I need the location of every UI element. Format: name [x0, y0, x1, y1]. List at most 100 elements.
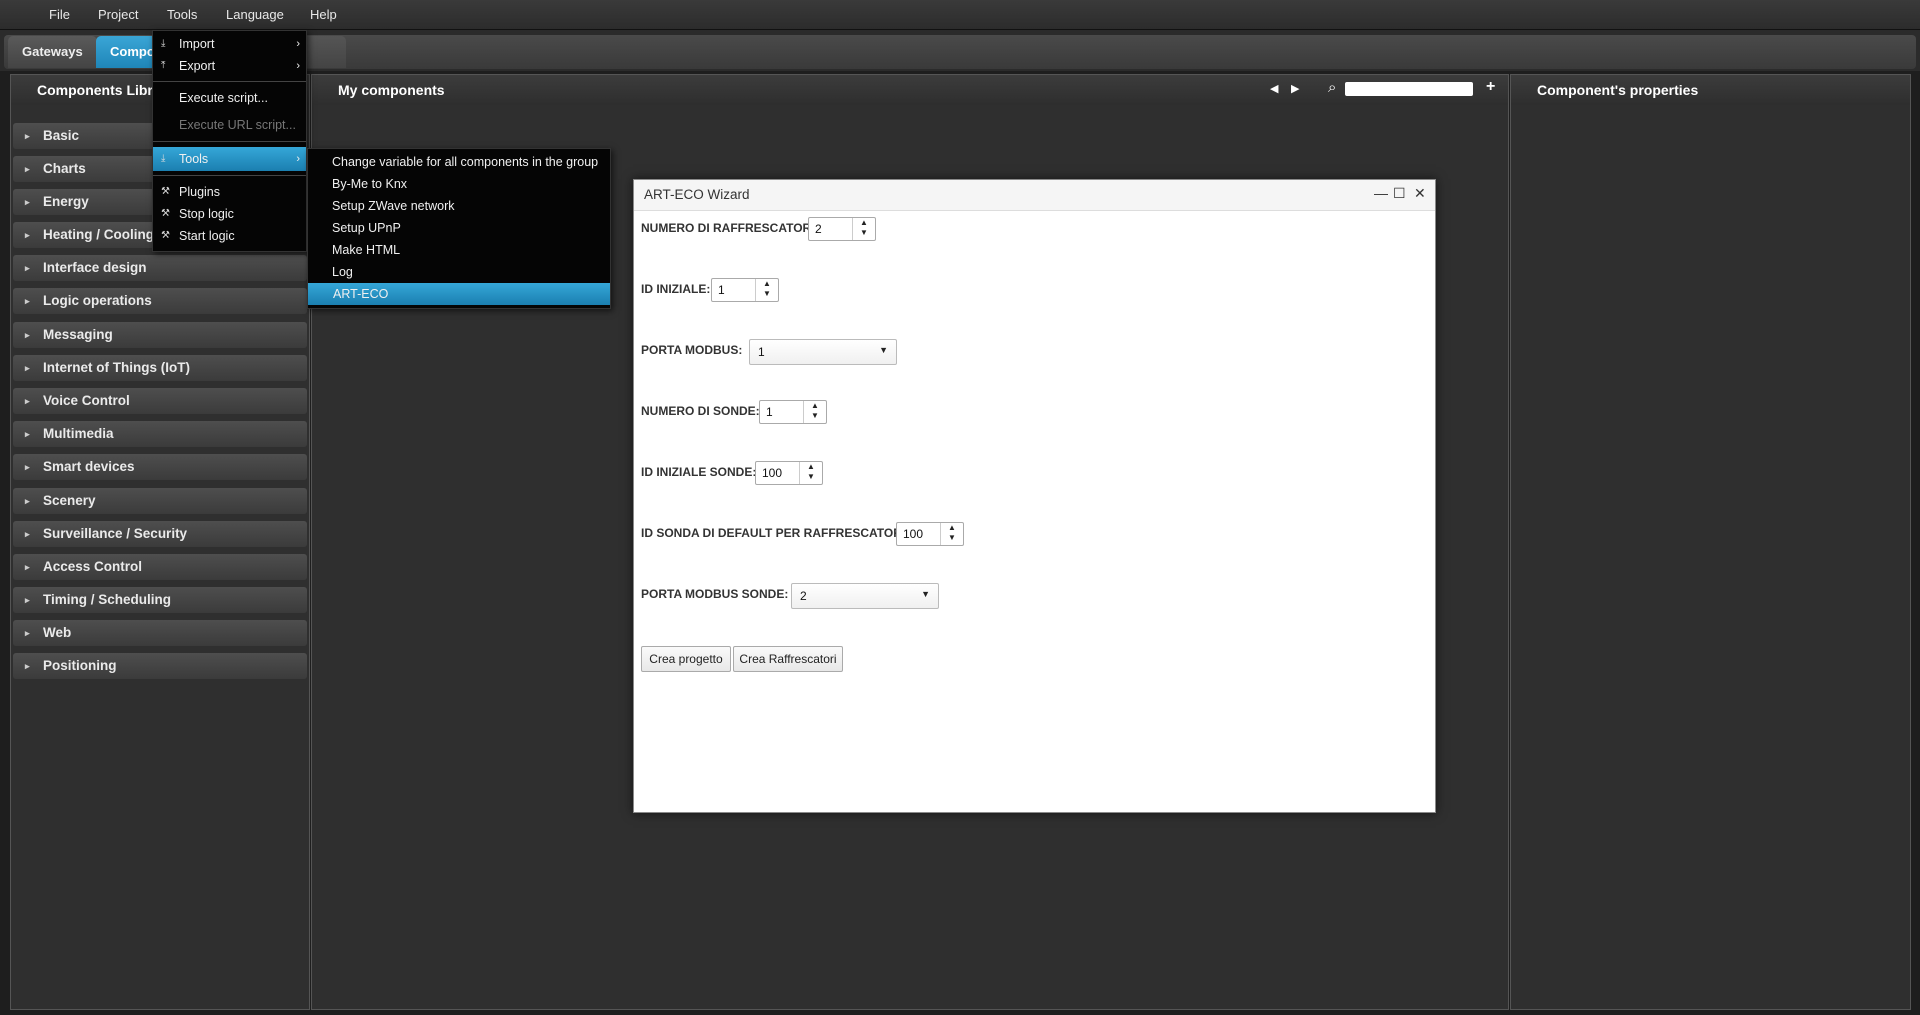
tools-icon: ⤓ — [161, 153, 166, 164]
wrench-icon: ⚒ — [161, 186, 170, 197]
library-item[interactable]: ▸ Internet of Things (IoT) — [13, 355, 307, 381]
field-label: ID INIZIALE: — [641, 282, 711, 296]
library-item-label: Internet of Things (IoT) — [43, 360, 190, 375]
menu-item-plugins[interactable]: ⚒ Plugins — [153, 181, 306, 203]
select-value: 1 — [758, 345, 765, 359]
tools-submenu: Change variable for all components in th… — [307, 148, 611, 309]
library-item[interactable]: ▸ Access Control — [13, 554, 307, 580]
menu-bar: File Project Tools Language Help — [0, 0, 1920, 30]
submenu-item-upnp[interactable]: Setup UPnP — [308, 217, 610, 239]
menu-project[interactable]: Project — [98, 7, 138, 22]
library-item[interactable]: ▸ Surveillance / Security — [13, 521, 307, 547]
library-item-label: Logic operations — [43, 293, 152, 308]
properties-title: Component's properties — [1511, 75, 1910, 105]
chevron-right-icon: ▸ — [25, 131, 30, 141]
submenu-item-make-html[interactable]: Make HTML — [308, 239, 610, 261]
id-iniziale-spinner[interactable]: 1 ▲ ▼ — [711, 278, 779, 302]
menu-separator — [153, 81, 306, 82]
spinner-arrows-icon[interactable]: ▲ ▼ — [799, 462, 822, 484]
spinner-arrows-icon[interactable]: ▲ ▼ — [852, 218, 875, 240]
tab-gateways[interactable]: Gateways — [8, 36, 97, 68]
submenu-item-label: Setup UPnP — [332, 221, 401, 235]
menu-item-label: Execute script... — [179, 91, 268, 105]
menu-item-import[interactable]: ⤓ Import › — [153, 33, 306, 55]
close-icon[interactable]: ✕ — [1414, 185, 1426, 202]
library-item[interactable]: ▸ Positioning — [13, 653, 307, 679]
chevron-right-icon: ▸ — [25, 164, 30, 174]
menu-file[interactable]: File — [49, 7, 70, 22]
library-item[interactable]: ▸ Messaging — [13, 322, 307, 348]
minimize-icon[interactable]: — — [1374, 185, 1388, 201]
dialog-title: ART-ECO Wizard — [644, 187, 750, 202]
spinner-value: 1 — [718, 283, 725, 297]
menu-item-label: Tools — [179, 152, 209, 166]
id-sonda-default-spinner[interactable]: 100 ▲ ▼ — [896, 522, 964, 546]
crea-raffrescatori-button[interactable]: Crea Raffrescatori — [733, 646, 843, 672]
menu-item-execute-script[interactable]: Execute script... — [153, 87, 306, 109]
menu-item-label: Export — [179, 59, 216, 73]
chevron-right-icon: ▸ — [25, 661, 30, 671]
library-item-label: Web — [43, 625, 72, 640]
submenu-item-label: Change variable for all components in th… — [332, 155, 599, 169]
submenu-item-log[interactable]: Log — [308, 261, 610, 283]
submenu-item-byme-knx[interactable]: By-Me to Knx — [308, 173, 610, 195]
menu-item-start-logic[interactable]: ⚒ Start logic — [153, 225, 306, 247]
search-icon: ⌕ — [1328, 79, 1337, 96]
spinner-arrows-icon[interactable]: ▲ ▼ — [755, 279, 778, 301]
spinner-value: 2 — [815, 222, 822, 236]
library-item[interactable]: ▸ Smart devices — [13, 454, 307, 480]
library-item-label: Timing / Scheduling — [43, 592, 172, 607]
porta-modbus-sonde-select[interactable]: 2 ▼ — [791, 583, 939, 609]
menu-item-tools[interactable]: ⤓ Tools › — [153, 147, 306, 171]
menu-item-stop-logic[interactable]: ⚒ Stop logic — [153, 203, 306, 225]
submenu-item-zwave[interactable]: Setup ZWave network — [308, 195, 610, 217]
crea-progetto-button[interactable]: Crea progetto — [641, 646, 731, 672]
chevron-right-icon: ▸ — [25, 230, 30, 240]
library-item[interactable]: ▸ Scenery — [13, 488, 307, 514]
maximize-icon[interactable]: ☐ — [1393, 185, 1406, 202]
library-item[interactable]: ▸ Voice Control — [13, 388, 307, 414]
import-icon: ⤓ — [161, 38, 166, 49]
library-item-label: Messaging — [43, 327, 113, 342]
menu-help[interactable]: Help — [310, 7, 337, 22]
dropdown-arrow-icon: ▼ — [879, 345, 888, 355]
add-icon[interactable]: + — [1486, 78, 1495, 96]
library-item-label: Interface design — [43, 260, 147, 275]
wrench-icon: ⚒ — [161, 230, 170, 241]
menu-item-label: Stop logic — [179, 207, 234, 221]
menu-tools[interactable]: Tools — [167, 7, 197, 22]
forward-icon[interactable]: ▶ — [1291, 82, 1299, 95]
submenu-item-label: Setup ZWave network — [332, 199, 455, 213]
search-input[interactable] — [1345, 82, 1473, 96]
library-item[interactable]: ▸ Logic operations — [13, 288, 307, 314]
spinner-arrows-icon[interactable]: ▲ ▼ — [940, 523, 963, 545]
library-item-label: Basic — [43, 128, 80, 143]
library-item-label: Scenery — [43, 493, 96, 508]
menu-item-execute-url-script: Execute URL script... — [153, 114, 306, 136]
submenu-item-label: Log — [332, 265, 353, 279]
field-label: PORTA MODBUS SONDE: — [641, 587, 789, 601]
library-item[interactable]: ▸ Multimedia — [13, 421, 307, 447]
numero-raffrescatori-spinner[interactable]: 2 ▲ ▼ — [808, 217, 876, 241]
library-item[interactable]: ▸ Web — [13, 620, 307, 646]
back-icon[interactable]: ◀ — [1270, 82, 1278, 95]
porta-modbus-select[interactable]: 1 ▼ — [749, 339, 897, 365]
numero-sonde-spinner[interactable]: 1 ▲ ▼ — [759, 400, 827, 424]
submenu-item-art-eco[interactable]: ART-ECO — [308, 283, 610, 305]
submenu-arrow-icon: › — [296, 153, 300, 165]
chevron-right-icon: ▸ — [25, 595, 30, 605]
export-icon: ⤒ — [161, 60, 166, 71]
submenu-item-label: ART-ECO — [333, 287, 389, 301]
id-iniziale-sonde-spinner[interactable]: 100 ▲ ▼ — [755, 461, 823, 485]
menu-language[interactable]: Language — [226, 7, 284, 22]
submenu-arrow-icon: › — [296, 60, 300, 72]
spinner-arrows-icon[interactable]: ▲ ▼ — [803, 401, 826, 423]
menu-item-export[interactable]: ⤒ Export › — [153, 55, 306, 77]
spinner-value: 100 — [903, 527, 924, 541]
library-item[interactable]: ▸ Timing / Scheduling — [13, 587, 307, 613]
menu-separator — [153, 141, 306, 142]
submenu-item-label: Make HTML — [332, 243, 401, 257]
submenu-item-change-variable[interactable]: Change variable for all components in th… — [308, 151, 610, 173]
spinner-value: 100 — [762, 466, 783, 480]
library-item[interactable]: ▸ Interface design — [13, 255, 307, 281]
